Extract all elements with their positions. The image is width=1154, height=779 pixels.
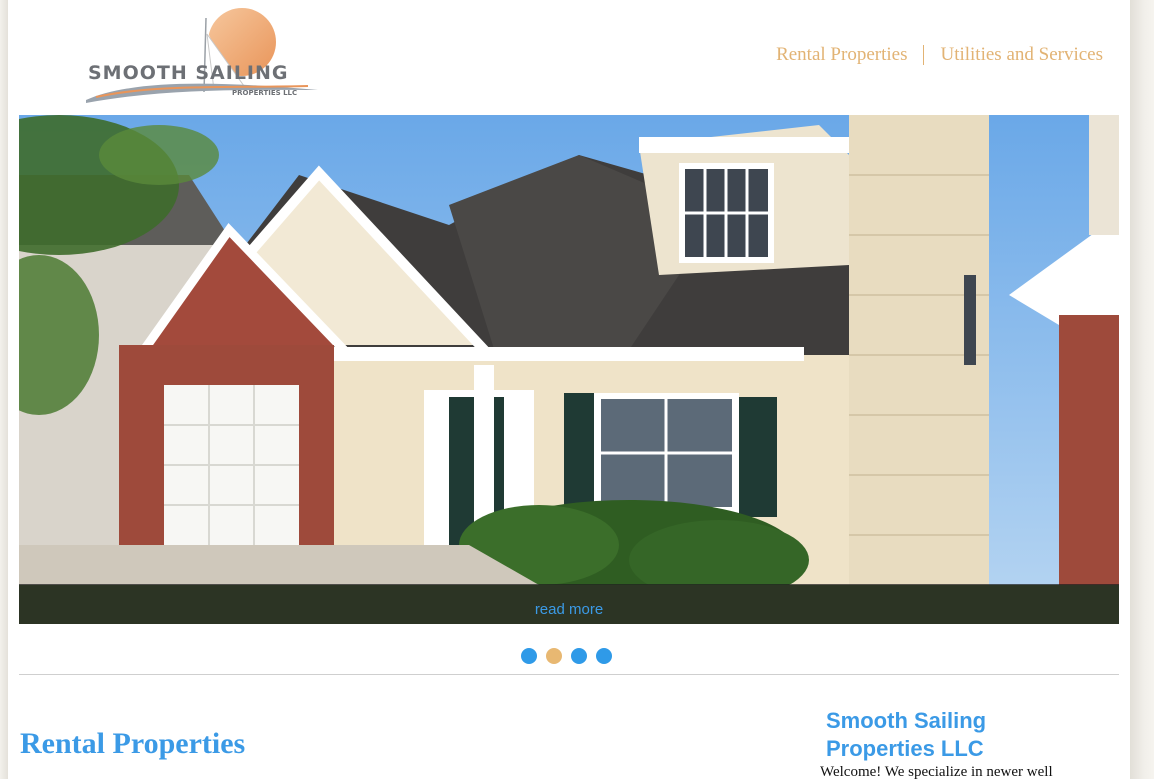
house-photo [19,115,1119,624]
image-slider[interactable]: read more [19,115,1119,624]
slide-caption-bar: read more [19,584,1119,624]
nav-utilities-services[interactable]: Utilities and Services [940,44,1103,66]
sailboat-logo-icon: SMOOTH SAILING PROPERTIES LLC [86,8,318,103]
site-logo[interactable]: SMOOTH SAILING PROPERTIES LLC [76,4,326,108]
sidebar-title: Smooth Sailing Properties LLC [826,708,987,761]
page-right-gutter [1130,0,1154,779]
sidebar-intro-text: Welcome! We specialize in newer well [820,764,1053,779]
nav-separator [923,45,925,65]
slide-dot-1[interactable] [521,648,537,664]
svg-text:PROPERTIES LLC: PROPERTIES LLC [232,89,297,97]
main-heading: Rental Properties [20,727,246,760]
slider-pagination [521,648,612,664]
page-container: SMOOTH SAILING PROPERTIES LLC Rental Pro… [8,0,1130,779]
slide-dot-2-active[interactable] [546,648,562,664]
main-nav: Rental Properties Utilities and Services [776,43,1103,67]
page-left-gutter [0,0,8,779]
nav-rental-properties[interactable]: Rental Properties [776,44,907,66]
svg-text:SMOOTH SAILING: SMOOTH SAILING [88,62,289,84]
slide-dot-3[interactable] [571,648,587,664]
slide-dot-4[interactable] [596,648,612,664]
read-more-link[interactable]: read more [535,601,603,618]
section-divider [19,674,1119,675]
